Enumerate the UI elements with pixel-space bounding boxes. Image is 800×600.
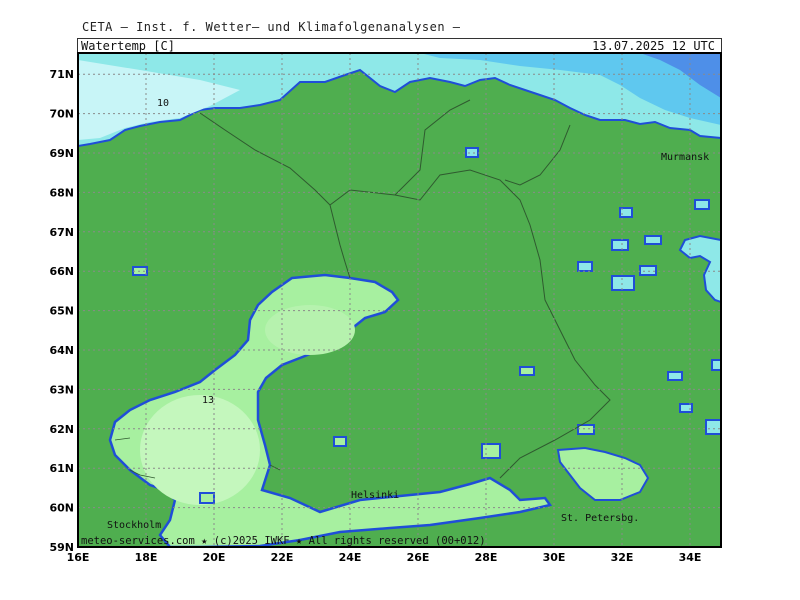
city-label-stockholm: Stockholm (107, 520, 161, 531)
lake (333, 436, 347, 447)
copyright-footer: meteo-services.com ★ (c)2025 IWKF ★ All … (81, 535, 486, 547)
lon-tick-label: 28E (475, 551, 498, 564)
latitude-labels: 59N60N61N62N63N64N65N66N67N68N69N70N71N (49, 68, 74, 554)
bothnian-bay-warm-core (265, 305, 355, 355)
lat-tick-label: 68N (49, 186, 74, 199)
lake (465, 147, 479, 158)
lon-tick-label: 24E (339, 551, 362, 564)
lake (705, 419, 721, 435)
lon-tick-label: 18E (135, 551, 158, 564)
lon-tick-label: 34E (679, 551, 702, 564)
lake (481, 443, 501, 459)
water-temperature-map: 59N60N61N62N63N64N65N66N67N68N69N70N71N … (49, 52, 722, 564)
lat-tick-label: 69N (49, 147, 74, 160)
lat-tick-label: 67N (49, 226, 74, 239)
contour-label-north: 10 (157, 98, 169, 109)
city-label-helsinki: Helsinki (351, 490, 399, 501)
lon-tick-label: 16E (67, 551, 90, 564)
lat-tick-label: 71N (49, 68, 74, 81)
longitude-labels: 16E 18E 20E 22E 24E 26E 28E 30E 32E 34E (67, 551, 702, 564)
lake (519, 366, 535, 376)
lat-tick-label: 64N (49, 344, 74, 357)
lat-tick-label: 63N (49, 383, 74, 396)
lake (711, 359, 721, 371)
map-field (78, 53, 721, 547)
lat-tick-label: 65N (49, 305, 74, 318)
city-label-st-petersburg: St. Petersbg. (561, 513, 639, 524)
lat-tick-label: 60N (49, 502, 74, 515)
bothnia-warm-core (140, 395, 260, 505)
lat-tick-label: 66N (49, 265, 74, 278)
city-label-murmansk: Murmansk (661, 152, 709, 163)
lake (639, 265, 657, 276)
lake (694, 199, 710, 210)
lake (611, 239, 629, 251)
lon-tick-label: 30E (543, 551, 566, 564)
lat-tick-label: 70N (49, 108, 74, 121)
lake (199, 492, 215, 504)
lon-tick-label: 26E (407, 551, 430, 564)
lake (644, 235, 662, 245)
lon-tick-label: 22E (271, 551, 294, 564)
contour-label-bothnia: 13 (202, 395, 214, 406)
lon-tick-label: 32E (611, 551, 634, 564)
lake (667, 371, 683, 381)
lake (611, 275, 635, 291)
lat-tick-label: 62N (49, 423, 74, 436)
lat-tick-label: 61N (49, 462, 74, 475)
lake (577, 261, 593, 272)
lake (577, 424, 595, 435)
lon-tick-label: 20E (203, 551, 226, 564)
